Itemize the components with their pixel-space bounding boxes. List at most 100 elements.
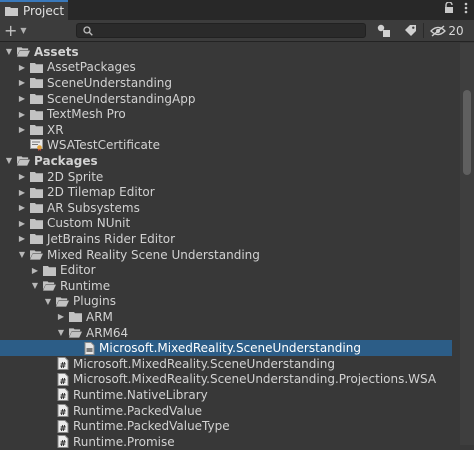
- expand-arrow-down-icon[interactable]: ▼: [30, 281, 40, 290]
- tree-row[interactable]: # Runtime.NativeLibrary: [0, 387, 474, 403]
- tree-row-label: 2D Tilemap Editor: [47, 185, 155, 200]
- tree-row[interactable]: # Runtime.PackedValue: [0, 403, 474, 419]
- expand-arrow-right-icon[interactable]: ▶: [17, 78, 27, 87]
- tree-row[interactable]: ▶ SceneUnderstanding: [0, 75, 474, 91]
- tree-row-label: Runtime.PackedValueType: [73, 419, 230, 434]
- expand-arrow-down-icon[interactable]: ▼: [4, 156, 14, 165]
- tree-row-label: ARM: [86, 309, 113, 324]
- more-options-icon[interactable]: [464, 2, 468, 17]
- folder-icon: [43, 265, 56, 276]
- tree-row[interactable]: ▶ Custom NUnit: [0, 216, 474, 232]
- svg-text:#: #: [59, 392, 66, 401]
- tree-row[interactable]: ▶ 2D Tilemap Editor: [0, 184, 474, 200]
- csharp-script-icon: #: [56, 372, 69, 386]
- tree-row[interactable]: ▼ Plugins: [0, 294, 474, 310]
- tree-row[interactable]: ▶ 2D Sprite: [0, 169, 474, 185]
- expand-arrow-right-icon[interactable]: ▶: [17, 94, 27, 103]
- shapes-icon: [377, 24, 390, 37]
- search-input[interactable]: [95, 24, 365, 39]
- tree-row[interactable]: ▶ Editor: [0, 262, 474, 278]
- tree-row[interactable]: ▼ Runtime: [0, 278, 474, 294]
- tree-row[interactable]: ▶ JetBrains Rider Editor: [0, 231, 474, 247]
- folder-open-icon: [43, 280, 56, 291]
- lock-icon[interactable]: [444, 1, 454, 17]
- expand-arrow-down-icon[interactable]: ▼: [56, 328, 66, 337]
- vertical-scrollbar[interactable]: [460, 43, 474, 445]
- tree-row[interactable]: ▼ Assets: [0, 44, 474, 60]
- tree-row-label: Runtime: [60, 278, 111, 293]
- search-icon: [83, 26, 93, 36]
- folder-icon: [30, 171, 43, 183]
- window-controls: [444, 1, 468, 17]
- folder-open-icon: [30, 249, 43, 260]
- tree-row[interactable]: WSATestCertificate: [0, 138, 474, 154]
- tree-row-label: WSATestCertificate: [47, 138, 160, 153]
- search-field[interactable]: [76, 23, 366, 39]
- expand-arrow-down-icon[interactable]: ▼: [4, 47, 14, 56]
- folder-icon: [30, 93, 43, 105]
- tree-row-label: Runtime.NativeLibrary: [73, 387, 208, 402]
- create-button[interactable]: + ▼: [4, 20, 38, 40]
- tree-row[interactable]: ▶ AssetPackages: [0, 60, 474, 76]
- tree-row[interactable]: # Runtime.PackedValueType: [0, 418, 474, 434]
- csharp-script-icon: #: [56, 419, 69, 433]
- expand-arrow-right-icon[interactable]: ▶: [17, 203, 27, 212]
- search-by-label-button[interactable]: [400, 22, 420, 39]
- search-by-type-button[interactable]: [374, 22, 394, 39]
- expand-arrow-right-icon[interactable]: ▶: [17, 188, 27, 197]
- chevron-down-icon: ▼: [20, 25, 27, 35]
- expand-arrow-right-icon[interactable]: ▶: [17, 234, 27, 243]
- tree-row-label: Packages: [34, 153, 98, 168]
- tab-label: Project: [23, 4, 65, 18]
- expand-arrow-right-icon[interactable]: ▶: [17, 172, 27, 181]
- tree-row-label: SceneUnderstandingApp: [47, 91, 196, 106]
- expand-arrow-right-icon[interactable]: ▶: [17, 219, 27, 228]
- scrollbar-thumb[interactable]: [463, 90, 471, 175]
- folder-icon: [5, 7, 18, 16]
- tree-row-label: Microsoft.MixedReality.SceneUnderstandin…: [73, 356, 335, 371]
- tree-row-label: SceneUnderstanding: [47, 75, 172, 90]
- expand-arrow-down-icon[interactable]: ▼: [43, 297, 53, 306]
- folder-open-icon: [69, 327, 82, 338]
- tree-row[interactable]: # Microsoft.MixedReality.SceneUnderstandi…: [0, 356, 474, 372]
- tree-row[interactable]: ▼ Packages: [0, 153, 474, 169]
- expand-arrow-right-icon[interactable]: ▶: [17, 63, 27, 72]
- expand-arrow-right-icon[interactable]: ▶: [17, 110, 27, 119]
- folder-icon: [30, 109, 43, 120]
- expand-arrow-right-icon[interactable]: ▶: [56, 312, 66, 321]
- tree-row[interactable]: ▼ Mixed Reality Scene Understanding: [0, 247, 474, 263]
- folder-icon: [30, 202, 43, 214]
- expand-arrow-right-icon[interactable]: ▶: [17, 125, 27, 134]
- dll-icon: [82, 341, 95, 355]
- csharp-script-icon: #: [56, 404, 69, 418]
- expand-arrow-right-icon[interactable]: ▶: [30, 266, 40, 275]
- svg-text:#: #: [59, 408, 66, 417]
- plus-icon: +: [4, 20, 18, 40]
- tree-row-label: Editor: [60, 263, 96, 278]
- hidden-packages-toggle[interactable]: 20: [427, 22, 467, 39]
- svg-text:#: #: [59, 361, 66, 370]
- tree-row-label: AssetPackages: [47, 60, 136, 75]
- project-tab[interactable]: Project: [0, 0, 68, 20]
- certificate-icon: [30, 139, 43, 152]
- tree-row-label: XR: [47, 122, 64, 137]
- folder-icon: [30, 218, 43, 229]
- csharp-script-icon: #: [56, 435, 69, 449]
- tree-row[interactable]: ▶ TextMesh Pro: [0, 106, 474, 122]
- folder-open-icon: [17, 155, 30, 167]
- tree-row[interactable]: ▶ ARM: [0, 309, 474, 325]
- tree-row[interactable]: Microsoft.MixedReality.SceneUnderstandin…: [0, 340, 452, 356]
- expand-arrow-down-icon[interactable]: ▼: [17, 250, 27, 259]
- tree-row[interactable]: # Runtime.Promise: [0, 434, 474, 450]
- folder-icon: [69, 311, 82, 323]
- csharp-script-icon: #: [56, 388, 69, 402]
- tree-row[interactable]: ▼ ARM64: [0, 325, 474, 341]
- tree-row[interactable]: ▶ SceneUnderstandingApp: [0, 91, 474, 107]
- tree-row-label: 2D Sprite: [47, 169, 104, 184]
- tree-row-label: Microsoft.MixedReality.SceneUnderstandin…: [73, 372, 437, 387]
- tree-row[interactable]: # Microsoft.MixedReality.SceneUnderstandi…: [0, 372, 474, 388]
- tree-row[interactable]: ▶ AR Subsystems: [0, 200, 474, 216]
- hidden-count: 20: [448, 23, 464, 38]
- tree-row[interactable]: ▶ XR: [0, 122, 474, 138]
- project-toolbar: + ▼ 20: [0, 20, 474, 42]
